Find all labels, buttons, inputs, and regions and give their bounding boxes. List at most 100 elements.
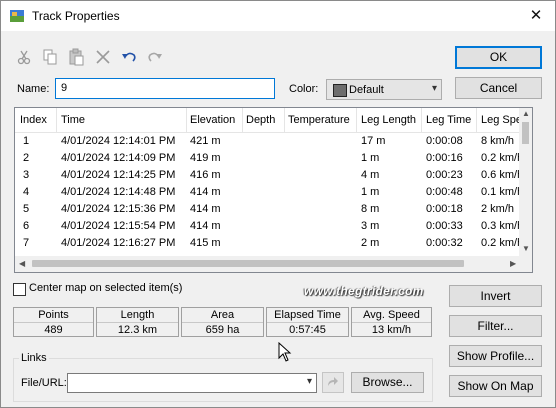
color-value: Default — [349, 84, 384, 96]
vertical-scrollbar[interactable]: ▲ ▼ — [519, 108, 532, 256]
table-cell: 3 m — [361, 220, 380, 232]
table-row[interactable]: 4 4/01/2024 12:14:48 PM 414 m 1 m 0:00:48 0.1… — [15, 184, 519, 201]
chevron-down-icon[interactable]: ▾ — [307, 376, 312, 387]
stat-label: Points — [38, 309, 69, 321]
show-on-map-button[interactable]: Show On Map — [449, 375, 542, 397]
table-cell: 0.1 km/h — [481, 186, 519, 198]
table-cell: 2 — [23, 152, 30, 164]
table-cell: 1 m — [361, 186, 380, 198]
table-cell: 8 km/h — [481, 135, 515, 147]
column-header[interactable]: Leg Speed — [481, 114, 519, 126]
table-cell: 0.2 km/h — [481, 237, 519, 249]
close-icon[interactable]: ✕ — [523, 3, 549, 29]
stat-avg-speed: Avg. Speed 13 km/h — [351, 307, 432, 337]
stat-label: Avg. Speed — [363, 309, 420, 321]
column-header[interactable]: Leg Time — [426, 114, 471, 126]
table-cell: 1 — [23, 135, 30, 147]
stat-elapsed-time: Elapsed Time 0:57:45 — [266, 307, 349, 337]
undo-icon[interactable] — [120, 48, 138, 66]
column-header[interactable]: Elevation — [190, 114, 235, 126]
table-row[interactable]: 3 4/01/2024 12:14:25 PM 416 m 4 m 0:00:23 0.6… — [15, 167, 519, 184]
invert-button[interactable]: Invert — [449, 285, 542, 307]
center-map-label: Center map on selected item(s) — [29, 282, 183, 294]
table-cell: 0:00:23 — [426, 169, 463, 181]
window-title: Track Properties — [32, 9, 120, 23]
table-header: Index Time Elevation Depth Temperature Leg Le… — [15, 108, 519, 133]
stat-value: 12.3 km — [117, 324, 158, 336]
scroll-right-icon[interactable]: ▶ — [510, 259, 516, 268]
stat-points: Points 489 — [13, 307, 94, 337]
column-header[interactable]: Temperature — [288, 114, 350, 126]
open-link-icon[interactable] — [322, 372, 344, 393]
scroll-up-icon[interactable]: ▲ — [522, 109, 530, 118]
column-header[interactable]: Leg Length — [361, 114, 416, 126]
copy-icon[interactable] — [41, 48, 59, 66]
table-cell: 4/01/2024 12:15:36 PM — [61, 203, 176, 215]
name-label: Name: — [17, 83, 50, 95]
table-cell: 4/01/2024 12:16:27 PM — [61, 237, 176, 249]
color-dropdown[interactable]: Default ▾ — [326, 79, 442, 100]
table-cell: 8 m — [361, 203, 380, 215]
delete-icon[interactable] — [94, 48, 112, 66]
table-cell: 0:00:48 — [426, 186, 463, 198]
stat-area: Area 659 ha — [181, 307, 264, 337]
filter-button[interactable]: Filter... — [449, 315, 542, 337]
stat-value: 0:57:45 — [289, 324, 326, 336]
chevron-down-icon: ▾ — [431, 83, 437, 94]
table-cell: 0:00:08 — [426, 135, 463, 147]
table-cell: 414 m — [190, 186, 221, 198]
table-cell: 0.3 km/h — [481, 220, 519, 232]
redo-icon[interactable] — [146, 48, 164, 66]
column-header[interactable]: Time — [61, 114, 85, 126]
show-profile-button[interactable]: Show Profile... — [449, 345, 542, 367]
table-cell: 414 m — [190, 220, 221, 232]
center-map-checkbox[interactable] — [13, 283, 26, 296]
table-row[interactable]: 5 4/01/2024 12:15:36 PM 414 m 8 m 0:00:18 2 k… — [15, 201, 519, 218]
stat-label: Length — [120, 309, 155, 321]
table-cell: 0:00:16 — [426, 152, 463, 164]
track-points-table[interactable]: Index Time Elevation Depth Temperature Leg Le… — [14, 107, 533, 273]
horizontal-scroll-thumb[interactable] — [32, 260, 464, 267]
table-cell: 4 m — [361, 169, 380, 181]
mouse-cursor-icon — [278, 342, 292, 362]
color-swatch — [333, 84, 347, 97]
table-cell: 0:00:18 — [426, 203, 463, 215]
stat-value: 489 — [44, 324, 63, 336]
paste-icon[interactable] — [67, 48, 85, 66]
table-cell: 0.6 km/h — [481, 169, 519, 181]
table-row[interactable]: 2 4/01/2024 12:14:09 PM 419 m 1 m 0:00:16 0.2… — [15, 150, 519, 167]
watermark-text: www.thegtrider.com — [304, 284, 424, 298]
column-header[interactable]: Depth — [246, 114, 275, 126]
table-row[interactable]: 7 4/01/2024 12:16:27 PM 415 m 2 m 0:00:32 0.2… — [15, 235, 519, 252]
ok-button[interactable]: OK — [455, 46, 542, 69]
title-bar: Track Properties ✕ — [1, 1, 555, 31]
name-input[interactable]: 9 — [55, 78, 275, 99]
table-cell: 2 km/h — [481, 203, 515, 215]
scroll-left-icon[interactable]: ◀ — [19, 259, 25, 268]
stat-label: Area — [210, 309, 235, 321]
table-cell: 416 m — [190, 169, 221, 181]
table-cell: 419 m — [190, 152, 221, 164]
table-cell: 4/01/2024 12:14:09 PM — [61, 152, 176, 164]
table-cell: 17 m — [361, 135, 386, 147]
table-cell: 4/01/2024 12:14:25 PM — [61, 169, 176, 181]
table-cell: 0:00:33 — [426, 220, 463, 232]
table-row[interactable]: 1 4/01/2024 12:14:01 PM 421 m 17 m 0:00:08 8 … — [15, 133, 519, 150]
color-label: Color: — [289, 83, 319, 95]
table-cell: 414 m — [190, 203, 221, 215]
vertical-scroll-thumb[interactable] — [522, 122, 529, 144]
column-header[interactable]: Index — [20, 114, 47, 126]
table-cell: 0.2 km/h — [481, 152, 519, 164]
scroll-down-icon[interactable]: ▼ — [522, 244, 530, 253]
table-cell: 7 — [23, 237, 30, 249]
browse-button[interactable]: Browse... — [351, 372, 424, 393]
file-url-input[interactable]: ▾ — [67, 373, 317, 393]
cut-icon[interactable] — [15, 48, 33, 66]
track-properties-dialog: Track Properties ✕ Name: 9 Color: Defaul… — [0, 0, 556, 408]
stat-length: Length 12.3 km — [96, 307, 179, 337]
cancel-button[interactable]: Cancel — [455, 77, 542, 99]
stat-value: 659 ha — [205, 324, 240, 336]
horizontal-scrollbar[interactable]: ◀ ▶ — [15, 256, 532, 272]
table-cell: 421 m — [190, 135, 221, 147]
table-row[interactable]: 6 4/01/2024 12:15:54 PM 414 m 3 m 0:00:33 0.3… — [15, 218, 519, 235]
